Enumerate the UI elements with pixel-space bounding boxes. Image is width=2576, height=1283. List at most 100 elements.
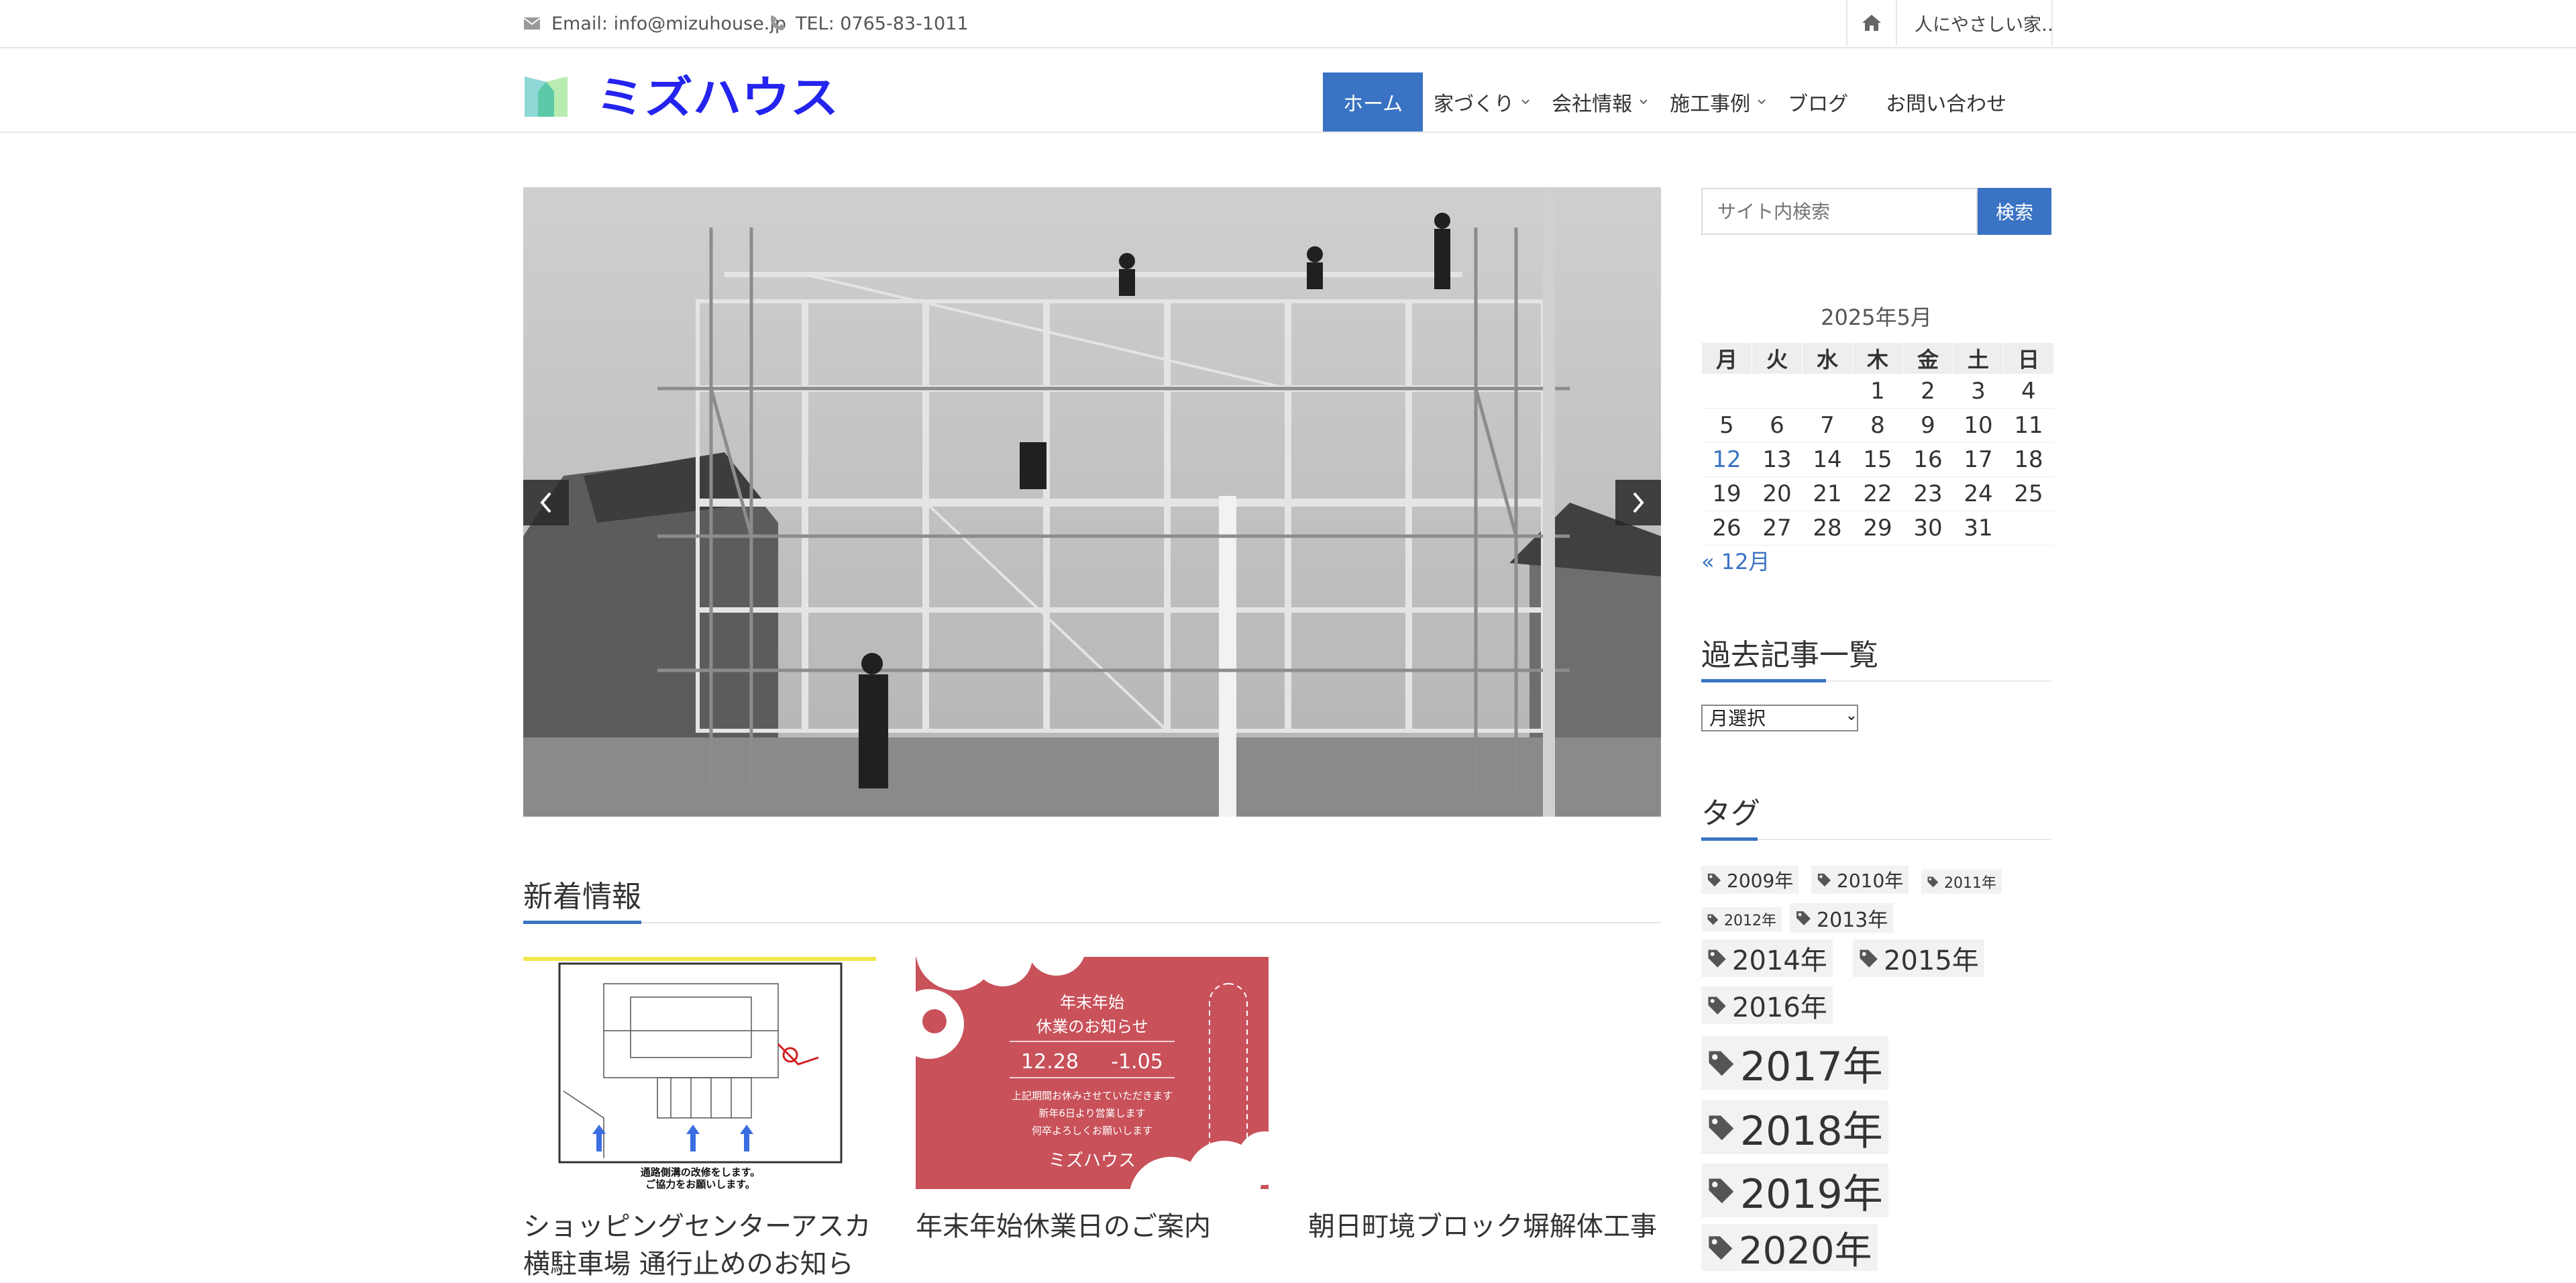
calendar-day[interactable]: 12: [1701, 442, 1752, 477]
chevron-down-icon: [1758, 99, 1766, 105]
nav-company-info-label: 会社情報: [1552, 93, 1633, 116]
phone-contact[interactable]: TEL: 0765-83-1011: [770, 0, 969, 47]
calendar-day: 23: [1902, 476, 1953, 511]
calendar-prev-month-link[interactable]: « 12月: [1701, 545, 1770, 576]
logo-mark-icon: [525, 76, 568, 117]
tag-link[interactable]: 2016年: [1701, 986, 1833, 1024]
calendar-day: 6: [1752, 408, 1803, 443]
site-logo[interactable]: ミズハウス: [523, 72, 845, 123]
tag-label: 2020年: [1739, 1229, 1872, 1273]
news-card-1-image[interactable]: 通路側溝の改修をします。 ご協力をお願いします。: [523, 957, 876, 1189]
nav-house-building[interactable]: 家づくり: [1423, 72, 1541, 132]
tag-link[interactable]: 2017年: [1701, 1036, 1888, 1090]
calendar-empty-day: [2003, 511, 2054, 546]
tag-icon: [1927, 876, 1939, 888]
slider-next-button[interactable]: [1615, 480, 1661, 525]
news-card-2-image-line-7: ミズハウス: [1049, 1151, 1136, 1171]
news-card-1-title[interactable]: ショッピングセンターアスカ 横駐車場 通行止めのお知ら: [523, 1208, 871, 1283]
nav-works-label: 施工事例: [1670, 93, 1751, 116]
calendar-empty-day: [1701, 374, 1752, 409]
envelope-icon: [523, 17, 541, 30]
news-card-2-image-line-6: 何卒よろしくお願いします: [1032, 1125, 1152, 1137]
tag-link[interactable]: 2018年: [1701, 1100, 1888, 1155]
search-input[interactable]: [1701, 188, 1978, 235]
calendar-week-row: 1234: [1701, 374, 2054, 409]
news-card-2-image-date-end: -1.05: [1111, 1050, 1163, 1074]
tag-icon: [1707, 914, 1719, 925]
calendar-day: 14: [1802, 442, 1853, 477]
tag-icon: [1709, 1236, 1733, 1260]
calendar-weekday-header: 木: [1852, 342, 1903, 374]
news-card-1-caption-1: 通路側溝の改修をします。: [641, 1166, 761, 1178]
tag-link[interactable]: 2013年: [1790, 903, 1894, 933]
calendar-day: 30: [1902, 511, 1953, 546]
tag-link[interactable]: 2012年: [1701, 907, 1782, 931]
news-section-title: 新着情報: [523, 880, 641, 914]
nav-blog[interactable]: ブログ: [1777, 72, 1859, 132]
site-tagline[interactable]: 人にやさしい家…: [1897, 0, 2053, 46]
tag-icon: [1709, 1051, 1734, 1076]
tag-icon: [1860, 950, 1878, 968]
nav-contact[interactable]: お問い合わせ: [1859, 72, 2017, 132]
tag-link[interactable]: 2014年: [1701, 939, 1833, 977]
tag-label: 2013年: [1817, 909, 1888, 932]
tag-label: 2011年: [1944, 875, 1996, 892]
chevron-right-icon: [1633, 492, 1644, 513]
tag-link[interactable]: 2019年: [1701, 1164, 1888, 1218]
email-text: Email: info@mizuhouse.jp: [551, 13, 786, 34]
home-icon: [1862, 15, 1881, 31]
tag-link[interactable]: 2010年: [1811, 866, 1909, 894]
calendar-day: 26: [1701, 511, 1752, 546]
search-button[interactable]: 検索: [1978, 188, 2051, 235]
calendar-day: 5: [1701, 408, 1752, 443]
news-card-2-image-line-1: 年末年始: [1060, 993, 1124, 1012]
calendar-day: 4: [2003, 374, 2054, 409]
chevron-down-icon: [1521, 99, 1529, 105]
calendar-day: 10: [1953, 408, 2004, 443]
archive-month-select[interactable]: 月選択: [1701, 705, 1858, 731]
email-contact[interactable]: Email: info@mizuhouse.jp: [523, 0, 786, 47]
house-frame-construction-photo: [523, 187, 1661, 817]
calendar-week-row: 26 27 28 29 30 31: [1701, 511, 2054, 546]
calendar-day: 21: [1802, 476, 1853, 511]
tag-link[interactable]: 2015年: [1853, 939, 1984, 977]
chevron-down-icon: [1640, 99, 1648, 105]
phone-text: TEL: 0765-83-1011: [796, 13, 969, 34]
calendar-weekday-header: 金: [1902, 342, 1953, 374]
home-link[interactable]: [1847, 0, 1897, 46]
calendar-day: 16: [1902, 442, 1953, 477]
chevron-left-icon: [540, 492, 551, 513]
calendar-day: 13: [1752, 442, 1803, 477]
nav-home-label: ホーム: [1343, 93, 1403, 116]
news-card-3-title[interactable]: 朝日町境ブロック塀解体工事: [1308, 1208, 1657, 1245]
tag-link[interactable]: 2020年: [1701, 1224, 1878, 1273]
calendar-day: 8: [1852, 408, 1903, 443]
slider-prev-button[interactable]: [523, 480, 569, 525]
nav-home[interactable]: ホーム: [1323, 72, 1424, 132]
tag-label: 2010年: [1837, 870, 1904, 892]
tag-label: 2012年: [1724, 913, 1776, 929]
news-divider-accent: [523, 921, 641, 924]
calendar-weekday-header: 水: [1802, 342, 1853, 374]
nav-company-info[interactable]: 会社情報: [1541, 72, 1659, 132]
news-card-2-image[interactable]: 年末年始 休業のお知らせ 12.28 -1.05 上記期間お休みさせていただきま…: [916, 957, 1269, 1189]
calendar-day: 28: [1802, 511, 1853, 546]
calendar-day: 9: [1902, 408, 1953, 443]
news-card-2-image-line-5: 新年6日より営業します: [1038, 1107, 1145, 1119]
calendar-day: 18: [2003, 442, 2054, 477]
tag-link[interactable]: 2009年: [1701, 866, 1799, 894]
calendar-day: 20: [1752, 476, 1803, 511]
calendar-weekday-header: 火: [1752, 342, 1803, 374]
main-nav: ホーム 家づくり 会社情報 施工事例 ブログ お問い合わせ: [1323, 72, 2017, 132]
phone-icon: [771, 17, 784, 30]
hero-slider[interactable]: [523, 187, 1661, 817]
calendar-weekday-header: 土: [1953, 342, 2004, 374]
tag-label: 2009年: [1727, 870, 1794, 892]
calendar-day: 1: [1852, 374, 1903, 409]
tag-link[interactable]: 2011年: [1921, 870, 2002, 894]
calendar-day: 19: [1701, 476, 1752, 511]
nav-blog-label: ブログ: [1788, 93, 1849, 116]
tag-icon: [1708, 996, 1726, 1015]
nav-works[interactable]: 施工事例: [1659, 72, 1777, 132]
news-card-2-title[interactable]: 年末年始休業日のご案内: [916, 1208, 1211, 1245]
